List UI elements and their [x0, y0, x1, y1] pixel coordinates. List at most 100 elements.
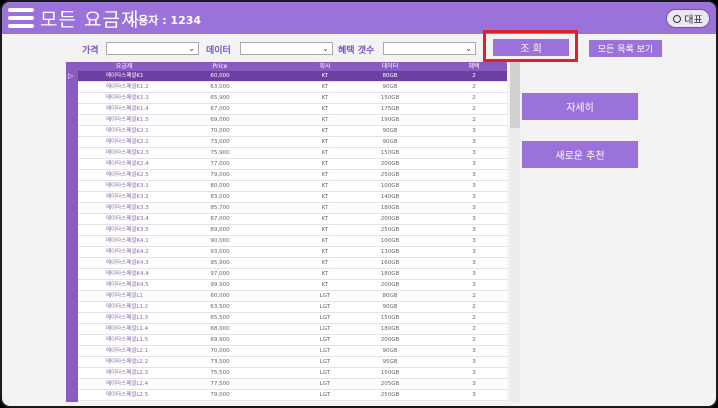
- table-row[interactable]: 메이타스페셜L2.4 77,500 LGT 205GB 3: [78, 379, 507, 390]
- table-row[interactable]: 메이타스페셜K2.3 75,900 KT 150GB 3: [78, 148, 507, 159]
- table-cell: 89,000: [210, 227, 230, 233]
- table-cell: 3: [472, 227, 476, 233]
- price-select[interactable]: ⌄: [106, 42, 199, 55]
- chevron-down-icon: ⌄: [322, 44, 329, 53]
- table-row[interactable]: 메이타스페셜K3.1 80,000 KT 100GB 3: [78, 181, 507, 192]
- table-cell: 2: [472, 117, 476, 123]
- table-row[interactable]: 메이타스페셜K4.5 99,900 KT 200GB 3: [78, 280, 507, 291]
- column-header-price[interactable]: Price: [170, 62, 270, 71]
- table-row[interactable]: 메이타스페셜K3.3 85,700 KT 180GB 3: [78, 203, 507, 214]
- table-row[interactable]: 메이타스페셜K3.4 87,000 KT 200GB 3: [78, 214, 507, 225]
- rep-button[interactable]: 대표: [666, 9, 710, 28]
- table-cell: 2: [472, 95, 476, 101]
- table-cell: 63,000: [210, 84, 230, 90]
- table-row[interactable]: 메이타스페셜K2.2 73,000 KT 90GB 3: [78, 137, 507, 148]
- table-row[interactable]: 메이타스페셜L1 60,000 LGT 80GB 2: [78, 291, 507, 302]
- benefit-select[interactable]: ⌄: [383, 42, 476, 55]
- table-cell: 메이타스페셜L2.4: [106, 381, 149, 387]
- table-cell: 3: [472, 359, 476, 365]
- table-cell: 메이타스페셜K3.5: [106, 227, 149, 233]
- menu-icon[interactable]: [8, 8, 34, 28]
- table-cell: 79,000: [210, 172, 230, 178]
- table-row[interactable]: 메이타스페셜K2.5 79,000 KT 250GB 3: [78, 170, 507, 181]
- table-row[interactable]: 메이타스페셜K1.3 65,900 KT 150GB 2: [78, 93, 507, 104]
- table-cell: 메이타스페셜K1.2: [106, 84, 149, 90]
- table-row[interactable]: 메이타스페셜K3.2 83,000 KT 140GB 3: [78, 192, 507, 203]
- table-cell: 99,900: [210, 282, 230, 288]
- table-cell: 메이타스페셜L1.3: [106, 315, 149, 321]
- table-row[interactable]: 메이타스페셜K4.1 90,000 KT 100GB 3: [78, 236, 507, 247]
- table-cell: 3: [472, 183, 476, 189]
- table-cell: 메이타스페셜L2.1: [106, 348, 149, 354]
- table-cell: 메이타스페셜L2.5: [106, 392, 149, 398]
- table-row[interactable]: 메이타스페셜K4.4 97,000 KT 180GB 3: [78, 269, 507, 280]
- table-row[interactable]: 메이타스페셜L2.3 75,500 LGT 150GB 3: [78, 368, 507, 379]
- rep-button-label: 대표: [684, 15, 703, 26]
- table-cell: 3: [472, 282, 476, 288]
- table-cell: 3: [472, 370, 476, 376]
- table-cell: 3: [472, 381, 476, 387]
- table-cell: 3: [472, 238, 476, 244]
- table-row[interactable]: 메이타스페셜L2.1 70,000 LGT 90GB 3: [78, 346, 507, 357]
- table-row[interactable]: 메이타스페셜K2.1 70,000 KT 90GB 3: [78, 126, 507, 137]
- benefit-label: 혜택 갯수: [338, 46, 375, 56]
- table-body: 메이타스페셜K1 60,000 KT 80GB 2 메이타스페셜K1.2 63,000 KT 9…: [78, 71, 507, 401]
- column-header-plan[interactable]: 요금제: [80, 62, 168, 71]
- table-cell: 3: [472, 392, 476, 398]
- table-row[interactable]: 메이타스페셜K2.4 77,000 KT 200GB 3: [78, 159, 507, 170]
- table-header: 요금제 Price 회사 데이터 혜택: [78, 62, 507, 71]
- recommend-button[interactable]: 새로운 추천: [522, 141, 638, 168]
- table-cell: 77,500: [210, 381, 230, 387]
- table-row[interactable]: 메이타스페셜L1.2 63,500 LGT 90GB 2: [78, 302, 507, 313]
- table-cell: 60,000: [210, 73, 230, 79]
- detail-button[interactable]: 자세히: [522, 93, 638, 120]
- table-cell: 메이타스페셜K1.3: [106, 95, 149, 101]
- data-label: 데이터: [206, 46, 231, 56]
- table-row[interactable]: 메이타스페셜L2.2 73,500 LGT 95GB 3: [78, 357, 507, 368]
- table-row[interactable]: 메이타스페셜K4.3 95,900 KT 160GB 3: [78, 258, 507, 269]
- table-cell: 2: [472, 106, 476, 112]
- table-cell: 65,900: [210, 95, 230, 101]
- table-cell: 75,500: [210, 370, 230, 376]
- table-cell: 메이타스페셜L2.3: [106, 370, 149, 376]
- all-list-button[interactable]: 모든 목록 보기: [589, 40, 662, 57]
- table-cell: 85,700: [210, 205, 230, 211]
- table-row[interactable]: 메이타스페셜K4.2 93,000 KT 130GB 3: [78, 247, 507, 258]
- table-row[interactable]: 메이타스페셜K1.5 69,000 KT 190GB 2: [78, 115, 507, 126]
- table-cell: 60,000: [210, 293, 230, 299]
- user-label: 사용자 : 1234: [128, 14, 202, 27]
- column-header-benefit[interactable]: 혜택: [424, 62, 507, 71]
- table-cell: 95,900: [210, 260, 230, 266]
- table-cell: 메이타스페셜K4.4: [106, 271, 149, 277]
- table-row[interactable]: 메이타스페셜K3.5 89,000 KT 250GB 3: [78, 225, 507, 236]
- table-row[interactable]: 메이타스페셜K1 60,000 KT 80GB 2: [78, 71, 507, 82]
- title-bar: 모든 요금제 사용자 : 1234 대표: [2, 2, 716, 34]
- table-cell: 68,000: [210, 326, 230, 332]
- table-row[interactable]: 메이타스페셜K1.2 63,000 KT 90GB 2: [78, 82, 507, 93]
- table-cell: 3: [472, 128, 476, 134]
- row-header-column: [66, 62, 78, 402]
- table-cell: 2: [472, 304, 476, 310]
- scrollbar-thumb[interactable]: [510, 62, 520, 128]
- table-row[interactable]: 메이타스페셜L1.5 69,900 LGT 200GB 2: [78, 335, 507, 346]
- table-row[interactable]: 메이타스페셜L1.3 65,500 LGT 150GB 2: [78, 313, 507, 324]
- table-row[interactable]: 메이타스페셜L2.5 79,000 LGT 250GB 3: [78, 390, 507, 401]
- table-row[interactable]: 메이타스페셜K1.4 67,000 KT 175GB 2: [78, 104, 507, 115]
- table-cell: 메이타스페셜K4.1: [106, 238, 149, 244]
- chevron-down-icon: ⌄: [188, 44, 195, 53]
- table-cell: 3: [472, 161, 476, 167]
- data-select[interactable]: ⌄: [240, 42, 333, 55]
- table-cell: 메이타스페셜K1: [106, 73, 144, 79]
- query-button[interactable]: 조 회: [493, 39, 569, 56]
- table-cell: 73,000: [210, 139, 230, 145]
- table-cell: 메이타스페셜K4.3: [106, 260, 149, 266]
- chevron-down-icon: ⌄: [465, 44, 472, 53]
- table-cell: 3: [472, 194, 476, 200]
- table-cell: 67,000: [210, 106, 230, 112]
- table-cell: 메이타스페셜L1.4: [106, 326, 149, 332]
- plan-table[interactable]: ▷ 요금제 Price 회사 데이터 혜택 메이타스페셜K1 60,000 KT 80…: [66, 62, 507, 402]
- table-cell: 2: [472, 337, 476, 343]
- circle-icon: [673, 14, 682, 23]
- table-cell: 메이타스페셜K4.2: [106, 249, 149, 255]
- table-row[interactable]: 메이타스페셜L1.4 68,000 LGT 180GB 2: [78, 324, 507, 335]
